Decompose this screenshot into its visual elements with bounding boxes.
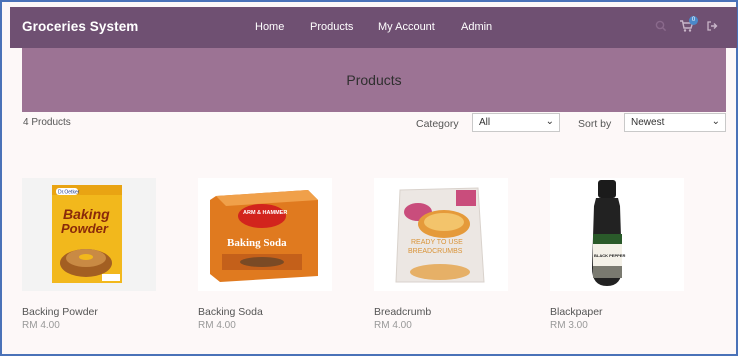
svg-text:READY TO USE: READY TO USE: [411, 239, 463, 246]
product-name[interactable]: Backing Soda: [198, 306, 263, 318]
product-image[interactable]: ARM & HAMMER Baking Soda: [198, 178, 332, 291]
sort-label: Sort by: [578, 118, 612, 130]
svg-text:BLACK PEPPER: BLACK PEPPER: [594, 253, 625, 258]
page-hero: Products: [22, 48, 726, 112]
product-image[interactable]: READY TO USE BREADCRUMBS: [374, 178, 508, 291]
svg-text:Powder: Powder: [61, 221, 109, 236]
nav-my-account[interactable]: My Account: [378, 21, 435, 33]
svg-text:Baking: Baking: [63, 206, 110, 222]
cart-count-badge: 0: [689, 16, 698, 25]
category-select[interactable]: All ⌄: [472, 113, 560, 132]
top-navbar: Groceries System Home Products My Accoun…: [10, 7, 737, 48]
brand-logo[interactable]: Groceries System: [22, 19, 138, 34]
brand-text: Dr.Oetker: [58, 190, 80, 196]
category-label: Category: [416, 118, 459, 130]
sort-select[interactable]: Newest ⌄: [624, 113, 726, 132]
product-price: RM 4.00: [198, 320, 236, 331]
nav-products[interactable]: Products: [310, 21, 353, 33]
nav-home[interactable]: Home: [255, 21, 284, 33]
svg-text:BREADCRUMBS: BREADCRUMBS: [408, 248, 463, 255]
product-price: RM 3.00: [550, 320, 588, 331]
chevron-down-icon: ⌄: [545, 116, 554, 127]
product-name[interactable]: Backing Powder: [22, 306, 98, 318]
product-name[interactable]: Blackpaper: [550, 306, 603, 318]
sort-select-value: Newest: [631, 117, 665, 128]
search-icon[interactable]: [655, 19, 667, 38]
product-image[interactable]: Dr.Oetker Baking Powder: [22, 178, 156, 291]
logout-icon[interactable]: [706, 19, 718, 38]
product-name[interactable]: Breadcrumb: [374, 306, 431, 318]
product-image[interactable]: BLACK PEPPER: [550, 178, 684, 291]
product-count: 4 Products: [23, 117, 71, 128]
product-price: RM 4.00: [22, 320, 60, 331]
nav-admin[interactable]: Admin: [461, 21, 492, 33]
svg-text:Baking Soda: Baking Soda: [227, 237, 287, 249]
category-select-value: All: [479, 117, 491, 128]
product-price: RM 4.00: [374, 320, 412, 331]
page-title: Products: [346, 72, 402, 88]
brand-text: ARM & HAMMER: [243, 210, 287, 216]
chevron-down-icon: ⌄: [711, 116, 720, 127]
